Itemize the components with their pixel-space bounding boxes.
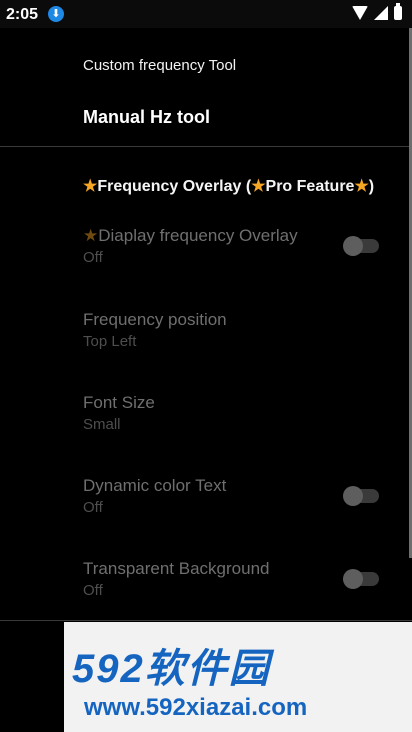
pref-font-size-title: Font Size <box>83 393 155 412</box>
signal-icon <box>374 6 388 20</box>
section-header-end: ) <box>368 178 375 195</box>
dynamic-color-switch[interactable] <box>343 486 379 506</box>
switch-knob <box>343 569 363 589</box>
watermark-url: www.592xiazai.com <box>84 694 308 721</box>
pref-dynamic-color[interactable]: Dynamic color Text Off <box>83 476 226 516</box>
switch-knob <box>343 236 363 256</box>
pref-frequency-position[interactable]: Frequency position Top Left <box>83 310 227 350</box>
pref-position-title: Frequency position <box>83 310 227 329</box>
star-icon: ★ <box>83 178 98 195</box>
pref-display-overlay-title: Diaplay frequency Overlay <box>98 226 298 245</box>
star-icon: ★ <box>251 178 266 195</box>
pref-dynamic-color-title: Dynamic color Text <box>83 476 227 495</box>
star-icon: ★ <box>83 226 99 245</box>
pref-display-overlay[interactable]: ★Diaplay frequency Overlay Off <box>83 226 298 266</box>
pref-transparent-bg-summary: Off <box>83 582 103 599</box>
status-icons <box>352 3 402 20</box>
section-header-text: Frequency Overlay ( <box>97 178 252 195</box>
pref-font-size-summary: Small <box>83 416 121 433</box>
pref-transparent-bg-title: Transparent Background <box>83 559 270 578</box>
pref-display-overlay-summary: Off <box>83 249 103 266</box>
custom-frequency-tool-item[interactable]: Custom frequency Tool <box>83 57 236 74</box>
status-bar: 2:05 ⬇ <box>0 0 412 28</box>
manual-hz-tool-item[interactable]: Manual Hz tool <box>83 107 210 128</box>
wifi-icon <box>352 6 368 20</box>
switch-knob <box>343 486 363 506</box>
pref-font-size[interactable]: Font Size Small <box>83 393 155 433</box>
divider <box>0 146 412 147</box>
display-overlay-switch[interactable] <box>343 236 379 256</box>
download-icon: ⬇ <box>48 6 64 22</box>
status-time: 2:05 <box>6 6 39 23</box>
pref-dynamic-color-summary: Off <box>83 499 103 516</box>
pref-transparent-background[interactable]: Transparent Background Off <box>83 559 269 599</box>
battery-icon <box>394 3 402 20</box>
overlay-section-header: ★Frequency Overlay (★Pro Feature★) <box>83 176 374 196</box>
star-icon: ★ <box>354 178 369 195</box>
pref-position-summary: Top Left <box>83 333 137 350</box>
section-header-pro-text: Pro Feature <box>265 178 355 195</box>
divider <box>0 620 412 621</box>
watermark-logo: 592软件园 www.592xiazai.com <box>64 622 412 732</box>
watermark-title: 592软件园 <box>72 647 271 691</box>
transparent-bg-switch[interactable] <box>343 569 379 589</box>
